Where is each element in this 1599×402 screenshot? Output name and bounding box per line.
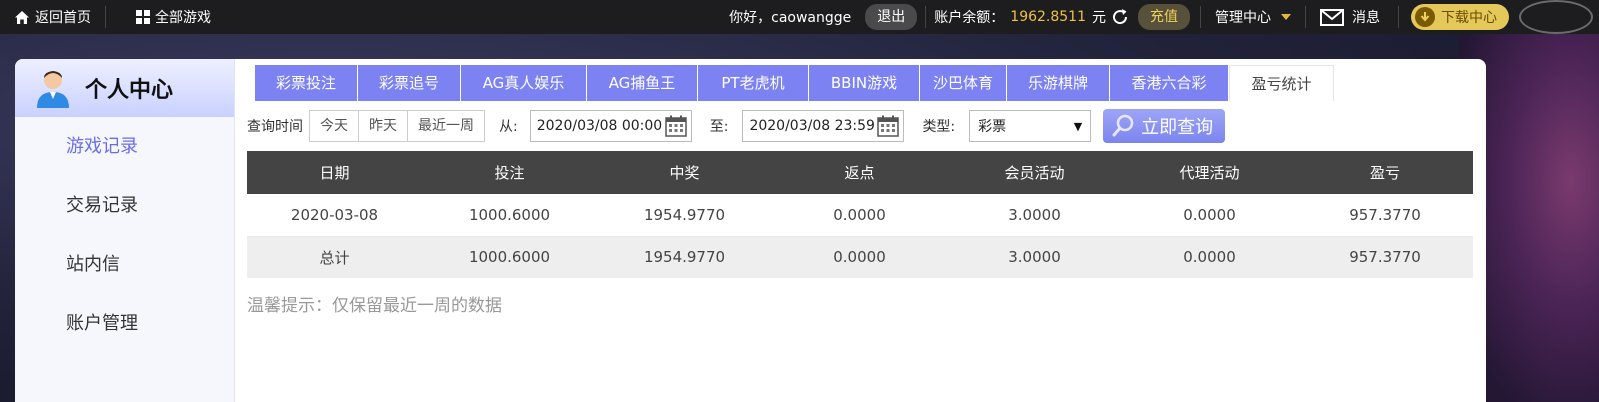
divider bbox=[1398, 6, 1399, 28]
table-cell: 1954.9770 bbox=[597, 236, 772, 278]
table-cell: 0.0000 bbox=[1122, 194, 1297, 237]
chevron-down-icon bbox=[1281, 14, 1291, 20]
divider bbox=[925, 6, 927, 28]
table-row: 2020-03-08 1000.6000 1954.9770 0.0000 3.… bbox=[247, 194, 1473, 237]
recharge-button[interactable]: 充值 bbox=[1138, 4, 1190, 30]
table-cell: 957.3770 bbox=[1297, 236, 1473, 278]
tab-ag-fishing[interactable]: AG捕鱼王 bbox=[587, 65, 698, 101]
table-cell: 1000.6000 bbox=[422, 194, 597, 237]
col-header-member-activity: 会员活动 bbox=[947, 151, 1122, 194]
col-header-win: 中奖 bbox=[597, 151, 772, 194]
refresh-icon[interactable] bbox=[1110, 7, 1130, 27]
range-last-week-button[interactable]: 最近一周 bbox=[408, 111, 484, 141]
user-avatar-icon bbox=[35, 68, 71, 108]
messages-label: 消息 bbox=[1352, 10, 1380, 26]
table-header-row: 日期 投注 中奖 返点 会员活动 代理活动 盈亏 bbox=[247, 151, 1473, 194]
management-menu[interactable]: 管理中心 bbox=[1201, 7, 1305, 27]
to-label: 至: bbox=[709, 119, 729, 135]
from-date-value: 2020/03/08 00:00 bbox=[536, 118, 663, 134]
download-center-button[interactable]: 下载中心 bbox=[1411, 4, 1509, 30]
tab-ag-live[interactable]: AG真人娱乐 bbox=[461, 65, 587, 101]
sidebar-item-inbox[interactable]: 站内信 bbox=[15, 235, 234, 294]
col-header-profit-loss: 盈亏 bbox=[1297, 151, 1473, 194]
all-games-link[interactable]: 全部游戏 bbox=[106, 0, 225, 34]
query-submit-button[interactable]: 立即查询 bbox=[1103, 109, 1226, 143]
management-label: 管理中心 bbox=[1215, 10, 1271, 26]
table-cell: 0.0000 bbox=[772, 194, 947, 237]
balance-unit: 元 bbox=[1092, 10, 1106, 26]
all-games-label: 全部游戏 bbox=[155, 10, 211, 26]
table-cell: 1000.6000 bbox=[422, 236, 597, 278]
col-header-bet: 投注 bbox=[422, 151, 597, 194]
sidebar-title: 个人中心 bbox=[85, 78, 174, 103]
calendar-icon[interactable] bbox=[877, 115, 900, 137]
tab-leyou-chess[interactable]: 乐游棋牌 bbox=[1007, 65, 1110, 101]
data-retention-tip: 温馨提示：仅保留最近一周的数据 bbox=[247, 296, 502, 316]
top-bar: 返回首页 全部游戏 你好，caowangge 退出 账户余额： 1962.851… bbox=[0, 0, 1599, 34]
query-bar: 查询时间 今天 昨天 最近一周 从: 2020/03/08 00:00 至: 2… bbox=[247, 109, 1477, 143]
logout-button[interactable]: 退出 bbox=[865, 4, 918, 30]
content-area: 彩票投注 彩票追号 AG真人娱乐 AG捕鱼王 PT老虎机 BBIN游戏 沙巴体育… bbox=[235, 59, 1486, 402]
sidebar-item-transaction-records[interactable]: 交易记录 bbox=[15, 176, 234, 235]
table-cell: 0.0000 bbox=[1122, 236, 1297, 278]
balance-value: 1962.8511 bbox=[1010, 9, 1086, 25]
table-cell: 3.0000 bbox=[947, 194, 1122, 237]
watermark-logo bbox=[1519, 0, 1593, 34]
sidebar: 个人中心 游戏记录 交易记录 站内信 账户管理 bbox=[15, 59, 235, 402]
calendar-icon[interactable] bbox=[664, 115, 687, 137]
home-icon bbox=[14, 10, 30, 25]
grid-icon bbox=[136, 10, 150, 24]
table-cell: 总计 bbox=[247, 236, 422, 278]
to-date-value: 2020/03/08 23:59 bbox=[749, 118, 875, 134]
table-cell: 3.0000 bbox=[947, 236, 1122, 278]
tab-lottery-chase[interactable]: 彩票追号 bbox=[358, 65, 461, 101]
download-label: 下载中心 bbox=[1441, 10, 1497, 26]
messages-link[interactable]: 消息 bbox=[1306, 7, 1398, 27]
mail-icon bbox=[1320, 8, 1344, 26]
home-label: 返回首页 bbox=[35, 10, 91, 26]
range-today-button[interactable]: 今天 bbox=[310, 111, 359, 141]
tab-hk-mark-six[interactable]: 香港六合彩 bbox=[1110, 65, 1229, 101]
profit-loss-table: 日期 投注 中奖 返点 会员活动 代理活动 盈亏 2020-03-08 1000… bbox=[247, 151, 1473, 278]
range-yesterday-button[interactable]: 昨天 bbox=[359, 111, 408, 141]
to-date-field[interactable]: 2020/03/08 23:59 bbox=[742, 110, 905, 142]
tab-lottery-bets[interactable]: 彩票投注 bbox=[255, 65, 358, 101]
table-total-row: 总计 1000.6000 1954.9770 0.0000 3.0000 0.0… bbox=[247, 236, 1473, 278]
col-header-agent-activity: 代理活动 bbox=[1122, 151, 1297, 194]
quick-range-group: 今天 昨天 最近一周 bbox=[309, 110, 485, 142]
col-header-date: 日期 bbox=[247, 151, 422, 194]
from-label: 从: bbox=[499, 119, 518, 135]
download-icon bbox=[1415, 7, 1435, 27]
table-cell: 957.3770 bbox=[1297, 194, 1473, 237]
tab-pt-slots[interactable]: PT老虎机 bbox=[698, 65, 809, 101]
sidebar-item-account-management[interactable]: 账户管理 bbox=[15, 294, 234, 353]
table-cell: 2020-03-08 bbox=[247, 194, 422, 237]
sidebar-header: 个人中心 bbox=[15, 59, 234, 117]
tab-profit-loss[interactable]: 盈亏统计 bbox=[1229, 65, 1334, 101]
balance-label: 账户余额： bbox=[934, 10, 1005, 26]
query-submit-label: 立即查询 bbox=[1141, 117, 1214, 138]
sidebar-item-game-records[interactable]: 游戏记录 bbox=[15, 117, 234, 176]
tab-saba-sports[interactable]: 沙巴体育 bbox=[920, 65, 1007, 101]
search-icon bbox=[1111, 114, 1135, 138]
col-header-rebate: 返点 bbox=[772, 151, 947, 194]
greeting: 你好，caowangge bbox=[729, 10, 852, 26]
type-select[interactable]: 彩票 ▼ bbox=[969, 110, 1092, 142]
tab-bbin-games[interactable]: BBIN游戏 bbox=[809, 65, 920, 101]
game-tabs: 彩票投注 彩票追号 AG真人娱乐 AG捕鱼王 PT老虎机 BBIN游戏 沙巴体育… bbox=[255, 65, 1334, 101]
dropdown-arrow-icon: ▼ bbox=[1073, 119, 1083, 133]
home-link[interactable]: 返回首页 bbox=[0, 0, 105, 34]
type-select-value: 彩票 bbox=[978, 119, 1007, 135]
query-time-label: 查询时间 bbox=[247, 119, 303, 135]
type-label: 类型: bbox=[922, 119, 956, 135]
from-date-field[interactable]: 2020/03/08 00:00 bbox=[529, 110, 692, 142]
table-cell: 1954.9770 bbox=[597, 194, 772, 237]
main-panel: 个人中心 游戏记录 交易记录 站内信 账户管理 彩票投注 彩票追号 AG真人娱乐… bbox=[15, 59, 1486, 402]
table-cell: 0.0000 bbox=[772, 236, 947, 278]
